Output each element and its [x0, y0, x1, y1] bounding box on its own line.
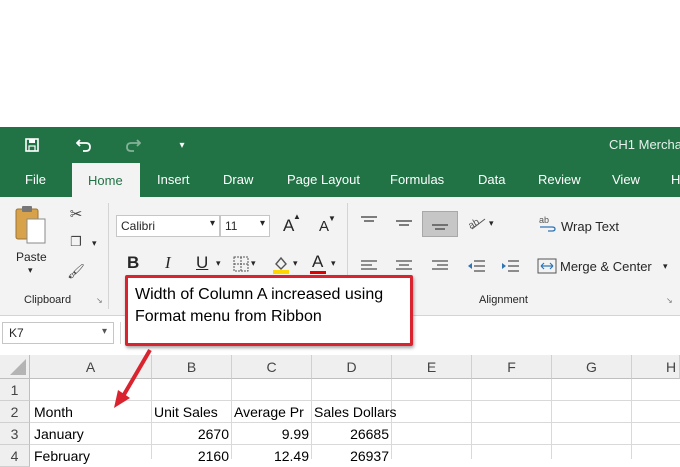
- font-name-select[interactable]: Calibri ▾: [116, 215, 220, 237]
- save-icon[interactable]: [20, 127, 44, 163]
- svg-text:ab: ab: [539, 215, 549, 225]
- column-header-c[interactable]: C: [232, 355, 312, 379]
- merge-dropdown-icon[interactable]: ▾: [663, 261, 668, 272]
- merge-center-button[interactable]: Merge & Center: [560, 259, 652, 274]
- bottom-align-button[interactable]: [422, 211, 458, 237]
- tab-review[interactable]: Review: [538, 172, 581, 187]
- font-color-swatch: [310, 271, 326, 274]
- tab-insert[interactable]: Insert: [157, 172, 190, 187]
- cell-d3[interactable]: 26685: [312, 423, 391, 445]
- annotation-callout: Width of Column A increased using Format…: [125, 275, 413, 346]
- paste-button-label[interactable]: Paste: [16, 250, 47, 264]
- italic-button[interactable]: I: [165, 253, 171, 273]
- borders-dropdown-icon[interactable]: ▾: [251, 258, 256, 269]
- font-size-select[interactable]: 11 ▾: [220, 215, 270, 237]
- font-size-value: 11: [225, 219, 238, 233]
- tab-home-label: Home: [88, 173, 123, 188]
- font-name-value: Calibri: [121, 219, 156, 233]
- name-box-value: K7: [9, 326, 24, 340]
- cell-d2[interactable]: Sales Dollars: [312, 401, 412, 423]
- chevron-down-icon: ▾: [259, 218, 265, 229]
- annotation-arrow: [114, 348, 152, 408]
- cell-a3[interactable]: January: [32, 423, 151, 445]
- increase-indent-icon[interactable]: [500, 258, 520, 274]
- name-box[interactable]: K7 ▾: [2, 322, 114, 344]
- title-bar: ▾ CH1 Mercha: [0, 127, 680, 163]
- fill-color-dropdown-icon[interactable]: ▾: [293, 258, 298, 269]
- gridline: [631, 379, 632, 459]
- tab-file[interactable]: File: [25, 172, 46, 187]
- cell-b4[interactable]: 2160: [152, 445, 231, 467]
- orientation-icon[interactable]: ab: [466, 213, 487, 232]
- format-painter-icon[interactable]: 🖌: [66, 263, 86, 280]
- select-all-corner[interactable]: [0, 355, 30, 379]
- align-center-icon[interactable]: [395, 259, 413, 273]
- align-left-icon[interactable]: [360, 259, 378, 273]
- copy-dropdown-icon[interactable]: ▾: [92, 238, 97, 249]
- wrap-text-button[interactable]: Wrap Text: [561, 219, 619, 234]
- row-header-2[interactable]: 2: [0, 401, 30, 423]
- align-right-icon[interactable]: [431, 259, 449, 273]
- wrap-text-icon[interactable]: ab: [538, 215, 558, 233]
- paste-dropdown-icon[interactable]: ▾: [28, 265, 33, 276]
- tab-draw[interactable]: Draw: [223, 172, 253, 187]
- chevron-down-icon: ▾: [209, 218, 215, 229]
- alignment-group-label: Alignment: [479, 294, 528, 306]
- undo-icon[interactable]: [72, 127, 96, 163]
- gridline: [551, 379, 552, 459]
- column-header-g[interactable]: G: [552, 355, 632, 379]
- underline-button[interactable]: U: [196, 253, 208, 273]
- column-header-h[interactable]: H: [632, 355, 680, 379]
- customize-dropdown-icon[interactable]: ▾: [172, 127, 192, 163]
- orientation-dropdown-icon[interactable]: ▾: [489, 218, 494, 229]
- cell-c3[interactable]: 9.99: [232, 423, 311, 445]
- row-header-1[interactable]: 1: [0, 379, 30, 401]
- document-title: CH1 Mercha: [609, 137, 680, 152]
- cut-icon[interactable]: ✂: [66, 205, 86, 223]
- group-divider: [108, 203, 109, 309]
- row-header-3[interactable]: 3: [0, 423, 30, 445]
- tab-page-layout[interactable]: Page Layout: [287, 172, 360, 187]
- fill-color-icon[interactable]: [272, 254, 290, 274]
- column-header-f[interactable]: F: [472, 355, 552, 379]
- clipboard-group-label: Clipboard: [24, 294, 72, 306]
- cell-d4[interactable]: 26937: [312, 445, 391, 467]
- merge-center-icon[interactable]: [537, 258, 557, 274]
- paste-icon[interactable]: [14, 205, 48, 245]
- gridline: [471, 379, 472, 459]
- redo-icon[interactable]: [121, 127, 145, 163]
- tab-help[interactable]: H: [671, 172, 680, 187]
- grow-arrow-icon: ▲: [293, 212, 301, 221]
- middle-align-icon[interactable]: [395, 215, 413, 229]
- top-align-icon[interactable]: [360, 215, 378, 229]
- cell-a4[interactable]: February: [32, 445, 151, 467]
- font-color-button[interactable]: A: [312, 252, 323, 272]
- tab-data[interactable]: Data: [478, 172, 505, 187]
- cell-c2[interactable]: Average Pr: [232, 401, 312, 423]
- column-header-b[interactable]: B: [152, 355, 232, 379]
- decrease-indent-icon[interactable]: [466, 258, 486, 274]
- shrink-arrow-icon: ▼: [328, 214, 336, 223]
- row-header-4[interactable]: 4: [0, 445, 30, 467]
- copy-icon[interactable]: ❐: [66, 234, 86, 250]
- tab-view[interactable]: View: [612, 172, 640, 187]
- borders-icon[interactable]: [233, 256, 249, 272]
- tab-home[interactable]: Home: [72, 163, 140, 197]
- font-color-dropdown-icon[interactable]: ▾: [331, 258, 336, 269]
- clipboard-launcher-icon[interactable]: ↘: [96, 296, 103, 305]
- annotation-text: Width of Column A increased using Format…: [135, 286, 384, 325]
- bold-button[interactable]: B: [127, 253, 139, 273]
- alignment-launcher-icon[interactable]: ↘: [666, 296, 673, 305]
- cell-b2[interactable]: Unit Sales: [152, 401, 232, 423]
- chevron-down-icon: ▾: [101, 326, 107, 337]
- column-header-e[interactable]: E: [392, 355, 472, 379]
- tab-formulas[interactable]: Formulas: [390, 172, 444, 187]
- cell-c4[interactable]: 12.49: [232, 445, 311, 467]
- column-header-d[interactable]: D: [312, 355, 392, 379]
- cell-b3[interactable]: 2670: [152, 423, 231, 445]
- underline-dropdown-icon[interactable]: ▾: [216, 258, 221, 269]
